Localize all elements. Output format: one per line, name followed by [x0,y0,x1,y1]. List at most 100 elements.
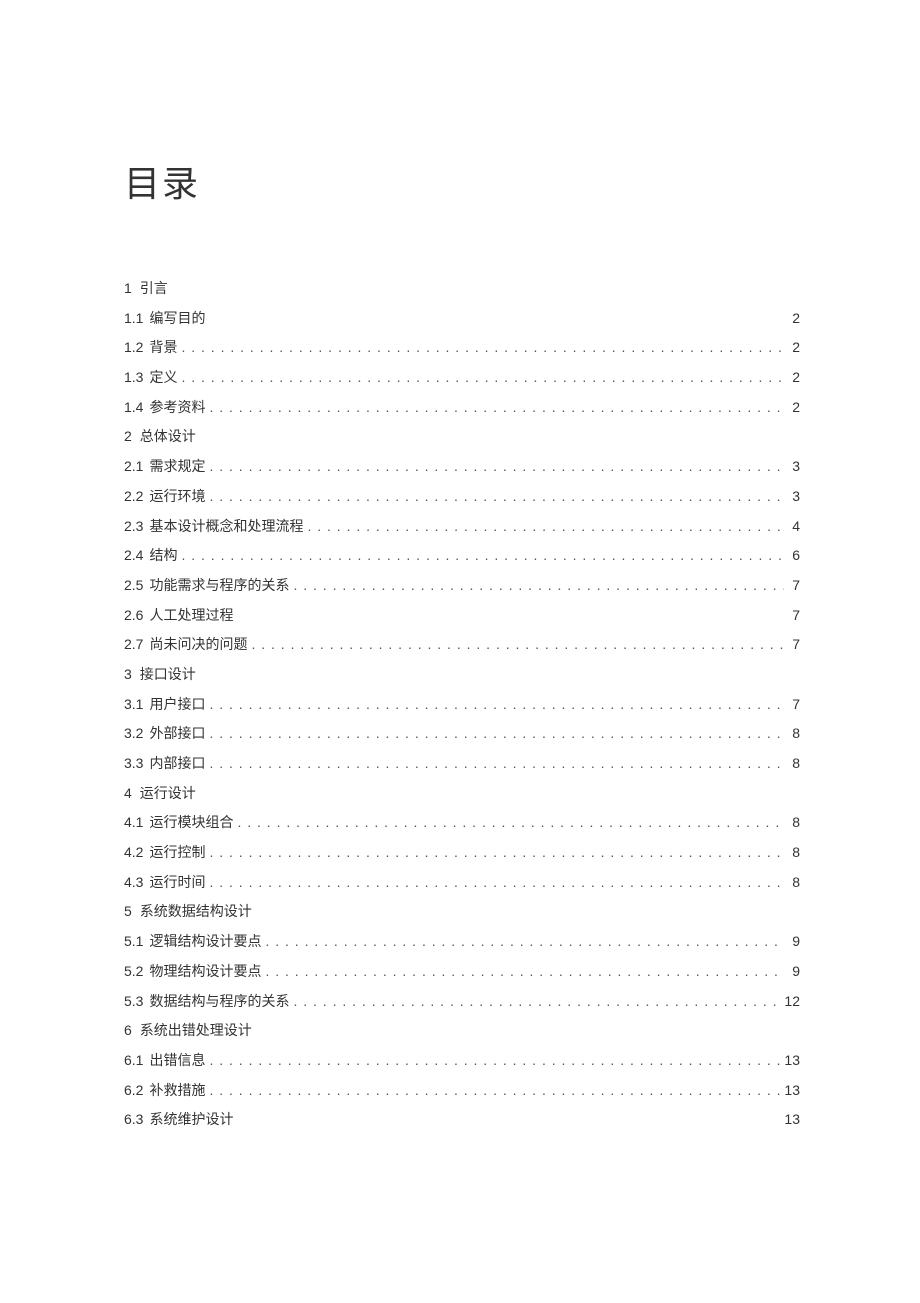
toc-entry-page: 7 [788,635,800,653]
toc-entry-number: 1.2 [124,338,143,356]
toc-entry: 4.1运行模块组合. . . . . . . . . . . . . . . .… [124,813,800,833]
toc-entry-number: 1.4 [124,398,143,416]
toc-entry-page: 8 [788,724,800,742]
toc-leader-dots: . . . . . . . . . . . . . . . . . . . . … [265,932,784,950]
toc-entry-text: 运行模块组合 [149,815,233,833]
toc-entry-number: 1 [124,279,132,297]
toc-entry-page: 2 [788,368,800,386]
toc-title: 目录 [124,155,800,207]
toc-entry-number: 3 [124,665,132,683]
toc-entry-page: 8 [788,843,800,861]
toc-entry: 2.4结构. . . . . . . . . . . . . . . . . .… [124,546,800,566]
toc-entry-text: 引言 [140,281,168,299]
toc-entry: 2.5功能需求与程序的关系. . . . . . . . . . . . . .… [124,576,800,596]
toc-leader-dots: . . . . . . . . . . . . . . . . . . . . … [209,724,784,742]
toc-entry: 6.3系统维护设计. . . . . . . . . . . . . . . .… [124,1110,800,1130]
toc-entry-page: 13 [784,1051,800,1069]
toc-leader-dots: . . . . . . . . . . . . . . . . . . . . … [209,695,784,713]
toc-entry: 1.4参考资料. . . . . . . . . . . . . . . . .… [124,398,800,418]
toc-entry-text: 逻辑结构设计要点 [149,934,261,952]
toc-leader-dots: . . . . . . . . . . . . . . . . . . . . … [209,754,784,772]
toc-entry-number: 6.2 [124,1081,143,1099]
toc-entry: 5.2 物理结构设计要点. . . . . . . . . . . . . . .… [124,962,800,982]
toc-entry-number: 2.3 [124,517,143,535]
document-page: 目录 1 引言 1.1 编写目的 . . . . . . . . . . . . . .… [0,0,920,1130]
toc-entry: 2.1需求规定. . . . . . . . . . . . . . . . .… [124,457,800,477]
toc-entry-page: 2 [788,309,800,327]
toc-entry-number: 4.2 [124,843,143,861]
toc-entry-text: 背景 [149,340,177,358]
toc-entry-page: 8 [788,813,800,831]
table-of-contents: 1 引言 1.1 编写目的 . . . . . . . . . . . . . . . … [124,279,800,1130]
toc-entry: 6.2 补救措施. . . . . . . . . . . . . . . . .… [124,1081,800,1101]
toc-entry-text: 基本设计概念和处理流程 [149,519,303,537]
toc-entry-page: 13 [784,1081,800,1099]
toc-entry: 4.3 运行时间. . . . . . . . . . . . . . . . .… [124,873,800,893]
toc-leader-dots: . . . . . . . . . . . . . . . . . . . . … [209,1081,780,1099]
toc-entry: 6 系统出错处理设计 [124,1021,800,1041]
toc-entry-number: 4.1 [124,813,143,831]
toc-entry: 4运行设计 [124,784,800,804]
toc-entry-number: 4.3 [124,873,143,891]
toc-leader-dots: . . . . . . . . . . . . . . . . . . . . … [209,398,784,416]
toc-entry-text: 数据结构与程序的关系 [149,994,289,1012]
toc-entry-text: 内部接口 [149,756,205,774]
toc-entry: 2.6人工处理过程. . . . . . . . . . . . . . . .… [124,606,800,626]
toc-entry-page: 7 [788,576,800,594]
toc-entry-page: 2 [788,338,800,356]
toc-entry-page: 7 [788,606,800,624]
toc-entry-text: 外部接口 [149,726,205,744]
toc-entry-text: 系统数据结构设计 [140,904,252,922]
toc-entry-text: 物理结构设计要点 [149,964,261,982]
toc-leader-dots: . . . . . . . . . . . . . . . . . . . . … [265,962,784,980]
toc-leader-dots: . . . . . . . . . . . . . . . . . . . . … [181,546,784,564]
toc-entry-number: 6.3 [124,1110,143,1128]
toc-leader-dots: . . . . . . . . . . . . . . . . . . . . … [307,517,784,535]
toc-entry: 5.1 逻辑结构设计要点. . . . . . . . . . . . . . .… [124,932,800,952]
toc-entry-number: 2.1 [124,457,143,475]
toc-leader-dots: . . . . . . . . . . . . . . . . . . . . … [251,635,784,653]
toc-entry-page: 7 [788,695,800,713]
toc-entry-text: 运行环境 [149,489,205,507]
toc-entry-number: 5.1 [124,932,143,950]
toc-entry-text: 补救措施 [149,1083,205,1101]
toc-entry-text: 定义 [149,370,177,388]
toc-entry-text: 编写目的 [149,311,205,329]
toc-entry-number: 1.3 [124,368,143,386]
toc-entry-page: 2 [788,398,800,416]
toc-leader-dots: . . . . . . . . . . . . . . . . . . . . … [293,992,780,1010]
toc-entry-page: 12 [784,992,800,1010]
toc-leader-dots: . . . . . . . . . . . . . . . . . . . . … [209,873,784,891]
toc-entry-number: 5.2 [124,962,143,980]
toc-leader-dots: . . . . . . . . . . . . . . . . . . . . … [209,487,784,505]
toc-entry: 1 引言 [124,279,800,299]
toc-leader-dots: . . . . . . . . . . . . . . . . . . . . … [209,843,784,861]
toc-entry-number: 1.1 [124,309,143,327]
toc-entry-text: 出错信息 [149,1053,205,1071]
toc-entry: 3.1用户接口. . . . . . . . . . . . . . . . .… [124,695,800,715]
toc-entry-page: 3 [788,487,800,505]
toc-entry-text: 系统维护设计 [149,1112,233,1130]
toc-leader-dots: . . . . . . . . . . . . . . . . . . . . … [209,1051,780,1069]
toc-entry-number: 5 [124,902,132,920]
toc-entry-text: 系统出错处理设计 [140,1023,252,1041]
toc-entry-page: 9 [788,932,800,950]
toc-entry-text: 总体设计 [140,429,196,447]
toc-leader-dots: . . . . . . . . . . . . . . . . . . . . … [209,457,784,475]
toc-leader-dots: . . . . . . . . . . . . . . . . . . . . … [181,368,784,386]
toc-entry-text: 运行控制 [149,845,205,863]
toc-entry-page: 8 [788,754,800,772]
toc-entry-number: 6 [124,1021,132,1039]
toc-entry: 5.3 数据结构与程序的关系. . . . . . . . . . . . . .… [124,992,800,1012]
toc-entry: 3.2外部接口. . . . . . . . . . . . . . . . .… [124,724,800,744]
toc-entry-text: 运行时间 [149,875,205,893]
toc-entry-page: 13 [784,1110,800,1128]
toc-entry-number: 2 [124,427,132,445]
toc-entry-number: 6.1 [124,1051,143,1069]
toc-entry-number: 4 [124,784,132,802]
toc-entry-number: 3.1 [124,695,143,713]
toc-entry-page: 6 [788,546,800,564]
toc-entry: 4.2 运行控制. . . . . . . . . . . . . . . . .… [124,843,800,863]
toc-entry-number: 5.3 [124,992,143,1010]
toc-entry: 3.3内部接口. . . . . . . . . . . . . . . . .… [124,754,800,774]
